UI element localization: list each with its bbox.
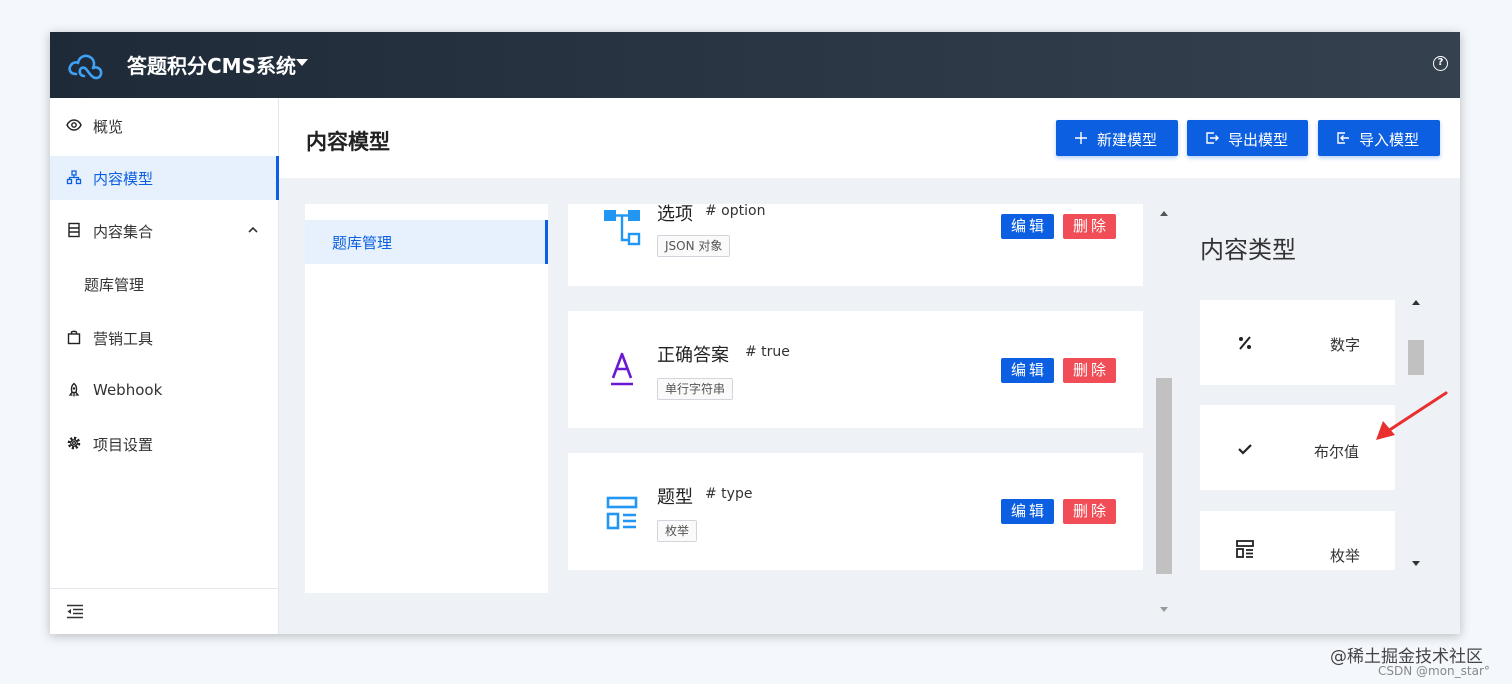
new-model-button[interactable]: 新建模型 (1056, 120, 1178, 156)
eye-icon (66, 119, 82, 131)
page-header: 内容模型 新建模型 导出模型 导入模型 (279, 98, 1460, 178)
check-icon (1238, 444, 1252, 455)
model-list: 题库管理 (305, 204, 548, 593)
watermark-caption: CSDN @mon_star° (1378, 664, 1490, 678)
scroll-down-icon[interactable] (1160, 607, 1168, 612)
rocket-icon (68, 382, 80, 397)
sidebar-item-question-bank[interactable]: 题库管理 (50, 262, 279, 306)
content-type-number[interactable]: 数字 (1200, 300, 1395, 385)
json-tree-icon (604, 210, 641, 246)
cloud-logo-icon (68, 54, 103, 80)
model-item-label: 题库管理 (332, 234, 393, 252)
sidebar-item-label: Webhook (93, 381, 163, 399)
content-type-enum[interactable]: 枚举 (1200, 511, 1395, 570)
content-type-label: 枚举 (1330, 547, 1361, 565)
field-id: # true (745, 344, 790, 360)
sidebar-item-webhook[interactable]: Webhook (50, 369, 279, 413)
annotation-arrow-icon (1376, 391, 1448, 440)
import-model-button[interactable]: 导入模型 (1318, 120, 1440, 156)
model-item-question-bank[interactable]: 题库管理 (305, 220, 548, 264)
delete-button[interactable]: 删除 (1063, 499, 1116, 524)
field-name: 正确答案 (657, 345, 729, 366)
field-type-tag: JSON 对象 (657, 235, 731, 257)
sidebar-item-label: 营销工具 (93, 330, 154, 348)
top-bar: 答题积分CMS系统 ? (50, 32, 1460, 98)
scroll-up-icon[interactable] (1160, 211, 1168, 216)
field-card: 选项 # option JSON 对象 编辑 删除 (568, 204, 1143, 286)
button-label: 导出模型 (1228, 131, 1289, 149)
content-type-label: 布尔值 (1314, 443, 1360, 461)
gear-icon (67, 436, 81, 450)
scroll-down-icon[interactable] (1412, 561, 1420, 566)
chevron-up-icon[interactable] (247, 225, 259, 235)
export-icon (1206, 132, 1219, 144)
bag-icon (67, 330, 81, 345)
sidebar-item-label: 题库管理 (84, 276, 145, 294)
delete-button[interactable]: 删除 (1063, 358, 1116, 383)
scroll-up-icon[interactable] (1412, 300, 1420, 305)
field-card: 正确答案 # true 单行字符串 编辑 删除 (568, 311, 1143, 428)
export-model-button[interactable]: 导出模型 (1187, 120, 1308, 156)
app-window: 答题积分CMS系统 ? 概览 内容模型 内容集合 题库管理 营销工具 Webho… (50, 32, 1460, 634)
edit-button[interactable]: 编辑 (1001, 499, 1054, 524)
sidebar-item-label: 项目设置 (93, 436, 154, 454)
sidebar-item-content-model[interactable]: 内容模型 (50, 156, 279, 200)
scrollbar-thumb[interactable] (1156, 378, 1172, 574)
content-type-label: 数字 (1330, 336, 1361, 354)
field-name: 题型 (657, 487, 693, 508)
sidebar-item-label: 概览 (93, 118, 124, 136)
help-icon[interactable]: ? (1433, 56, 1448, 71)
sidebar-item-project-settings[interactable]: 项目设置 (50, 422, 279, 466)
sidebar-item-content-collection[interactable]: 内容集合 (50, 209, 279, 253)
field-card: 题型 # type 枚举 编辑 删除 (568, 453, 1143, 570)
button-label: 导入模型 (1359, 131, 1420, 149)
sidebar: 概览 内容模型 内容集合 题库管理 营销工具 Webhook 项目设置 (50, 98, 279, 634)
field-name: 选项 (657, 204, 693, 225)
collapse-menu-icon[interactable] (66, 604, 84, 619)
content-types-title: 内容类型 (1200, 236, 1296, 264)
sidebar-item-label: 内容集合 (93, 223, 154, 241)
content-type-boolean[interactable]: 布尔值 (1200, 405, 1395, 490)
app-title[interactable]: 答题积分CMS系统 (127, 50, 296, 79)
enum-list-icon (1236, 540, 1254, 558)
content-type-list: 数字 布尔值 枚举 (1200, 300, 1395, 570)
import-icon (1337, 132, 1349, 144)
sidebar-item-label: 内容模型 (93, 170, 154, 188)
sidebar-item-marketing[interactable]: 营销工具 (50, 316, 279, 360)
percent-icon (1239, 336, 1251, 350)
enum-list-icon (606, 496, 638, 530)
sidebar-footer (50, 588, 279, 634)
field-type-tag: 枚举 (657, 520, 698, 542)
page-title: 内容模型 (306, 130, 390, 154)
scrollbar-thumb[interactable] (1408, 340, 1424, 375)
button-label: 新建模型 (1097, 131, 1158, 149)
caret-down-icon[interactable] (296, 59, 308, 66)
text-a-icon (611, 352, 633, 386)
delete-button[interactable]: 删除 (1063, 214, 1116, 239)
sidebar-item-overview[interactable]: 概览 (50, 104, 279, 148)
sitemap-icon (66, 170, 82, 185)
edit-button[interactable]: 编辑 (1001, 358, 1054, 383)
database-icon (68, 222, 80, 238)
plus-icon (1075, 132, 1087, 144)
field-type-tag: 单行字符串 (657, 378, 734, 400)
field-list-scrollbar[interactable] (1156, 204, 1172, 616)
field-list: 选项 # option JSON 对象 编辑 删除 正确答案 # true 单行… (568, 204, 1144, 604)
edit-button[interactable]: 编辑 (1001, 214, 1054, 239)
field-id: # option (705, 204, 766, 219)
field-id: # type (705, 486, 753, 502)
